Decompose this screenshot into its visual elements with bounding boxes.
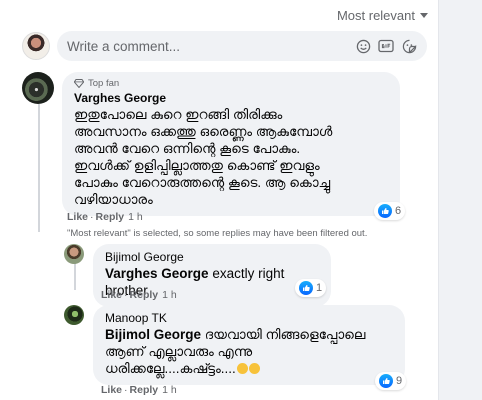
like-button[interactable]: Like (101, 289, 122, 301)
reaction-count: 9 (396, 375, 403, 387)
badge-label: Top fan (88, 78, 120, 89)
chevron-down-icon (420, 13, 428, 18)
sort-label: Most relevant (336, 8, 415, 23)
sort-dropdown[interactable]: Most relevant (337, 8, 428, 23)
reply-author[interactable]: Manoop TK (105, 311, 393, 326)
comment-composer (22, 31, 427, 61)
filter-note: "Most relevant" is selected, so some rep… (67, 228, 368, 239)
diamond-icon (74, 79, 84, 88)
comment-line: അവൻ വേറെ ഒന്നിന്റെ കൂടെ പോകും. (74, 141, 301, 156)
comment: Top fan Varghes George ഇതുപോലെ കുറെ ഇറങ്… (22, 72, 400, 216)
reply-text: Bijimol George ദയവായി നിങ്ങളെപ്പോലെ ആണ് … (105, 326, 393, 377)
top-fan-badge: Top fan (74, 78, 388, 89)
right-sidebar-strip (438, 0, 482, 400)
avatar[interactable] (64, 244, 84, 264)
like-reaction-icon (379, 374, 393, 388)
avatar[interactable] (22, 32, 50, 60)
reply-bubble: Manoop TK Bijimol George ദയവായി നിങ്ങളെപ… (93, 305, 405, 385)
reply-button[interactable]: Reply (130, 289, 159, 301)
reply-actions: Like · Reply 1 h (101, 289, 177, 301)
reaction-summary[interactable]: 6 (374, 202, 406, 220)
like-reaction-icon (378, 204, 392, 218)
comment-line: ഇവൾക്ക് ഉളിപ്പില്ലാത്തതു കൊണ്ട് ഇവളും (74, 158, 320, 173)
reply-line: ആണ് എല്ലാവരും എന്നു (105, 344, 253, 359)
gif-icon[interactable] (378, 38, 394, 54)
avatar[interactable] (22, 72, 54, 104)
comment-input-container[interactable] (57, 31, 427, 61)
reply-actions: Like · Reply 1 h (101, 384, 177, 396)
comment-actions: Like · Reply 1 h (67, 211, 143, 223)
comment-input[interactable] (67, 38, 355, 54)
comment-line: അവസാനം ഒക്കത്തു ഒരെണ്ണം ആകുമ്പോൾ (74, 124, 333, 139)
smile-emoji-icon (236, 363, 248, 374)
comment-line: ഇതുപോലെ കുറെ ഇറങ്ങി തിരിക്കും (74, 107, 283, 122)
reaction-count: 1 (316, 282, 323, 294)
mention-link[interactable]: Bijimol George (105, 327, 201, 342)
mention-link[interactable]: Varghes George (105, 266, 209, 281)
like-reaction-icon (299, 281, 313, 295)
comment-text: ഇതുപോലെ കുറെ ഇറങ്ങി തിരിക്കും അവസാനം ഒക്… (74, 106, 388, 208)
like-button[interactable]: Like (67, 211, 88, 223)
reply-line: ധരിക്കല്ലേ....കഷ്ട്ടം.... (105, 361, 236, 376)
comment-bubble: Top fan Varghes George ഇതുപോലെ കുറെ ഇറങ്… (62, 72, 400, 216)
sticker-icon[interactable] (401, 38, 417, 54)
timestamp[interactable]: 1 h (162, 384, 177, 396)
reply-button[interactable]: Reply (96, 211, 125, 223)
like-button[interactable]: Like (101, 384, 122, 396)
comment-line: പോകും വേറൊരുത്തന്റെ കൂടെ. ആ കൊച്ചു (74, 175, 331, 190)
reaction-count: 6 (395, 205, 402, 217)
emoji-icon[interactable] (355, 38, 371, 54)
timestamp[interactable]: 1 h (128, 211, 143, 223)
reply-button[interactable]: Reply (130, 384, 159, 396)
comment-author[interactable]: Varghes George (74, 91, 388, 106)
smile-emoji-icon (248, 363, 260, 374)
avatar[interactable] (64, 305, 84, 325)
reply: Manoop TK Bijimol George ദയവായി നിങ്ങളെപ… (64, 305, 405, 385)
reply-line: ദയവായി നിങ്ങളെപ്പോലെ (204, 327, 366, 342)
comment-line: വഴിയാധാരം (74, 192, 153, 207)
timestamp[interactable]: 1 h (162, 289, 177, 301)
reply-author[interactable]: Bijimol George (105, 250, 319, 265)
reaction-summary[interactable]: 9 (375, 372, 407, 390)
reaction-summary[interactable]: 1 (295, 279, 327, 297)
